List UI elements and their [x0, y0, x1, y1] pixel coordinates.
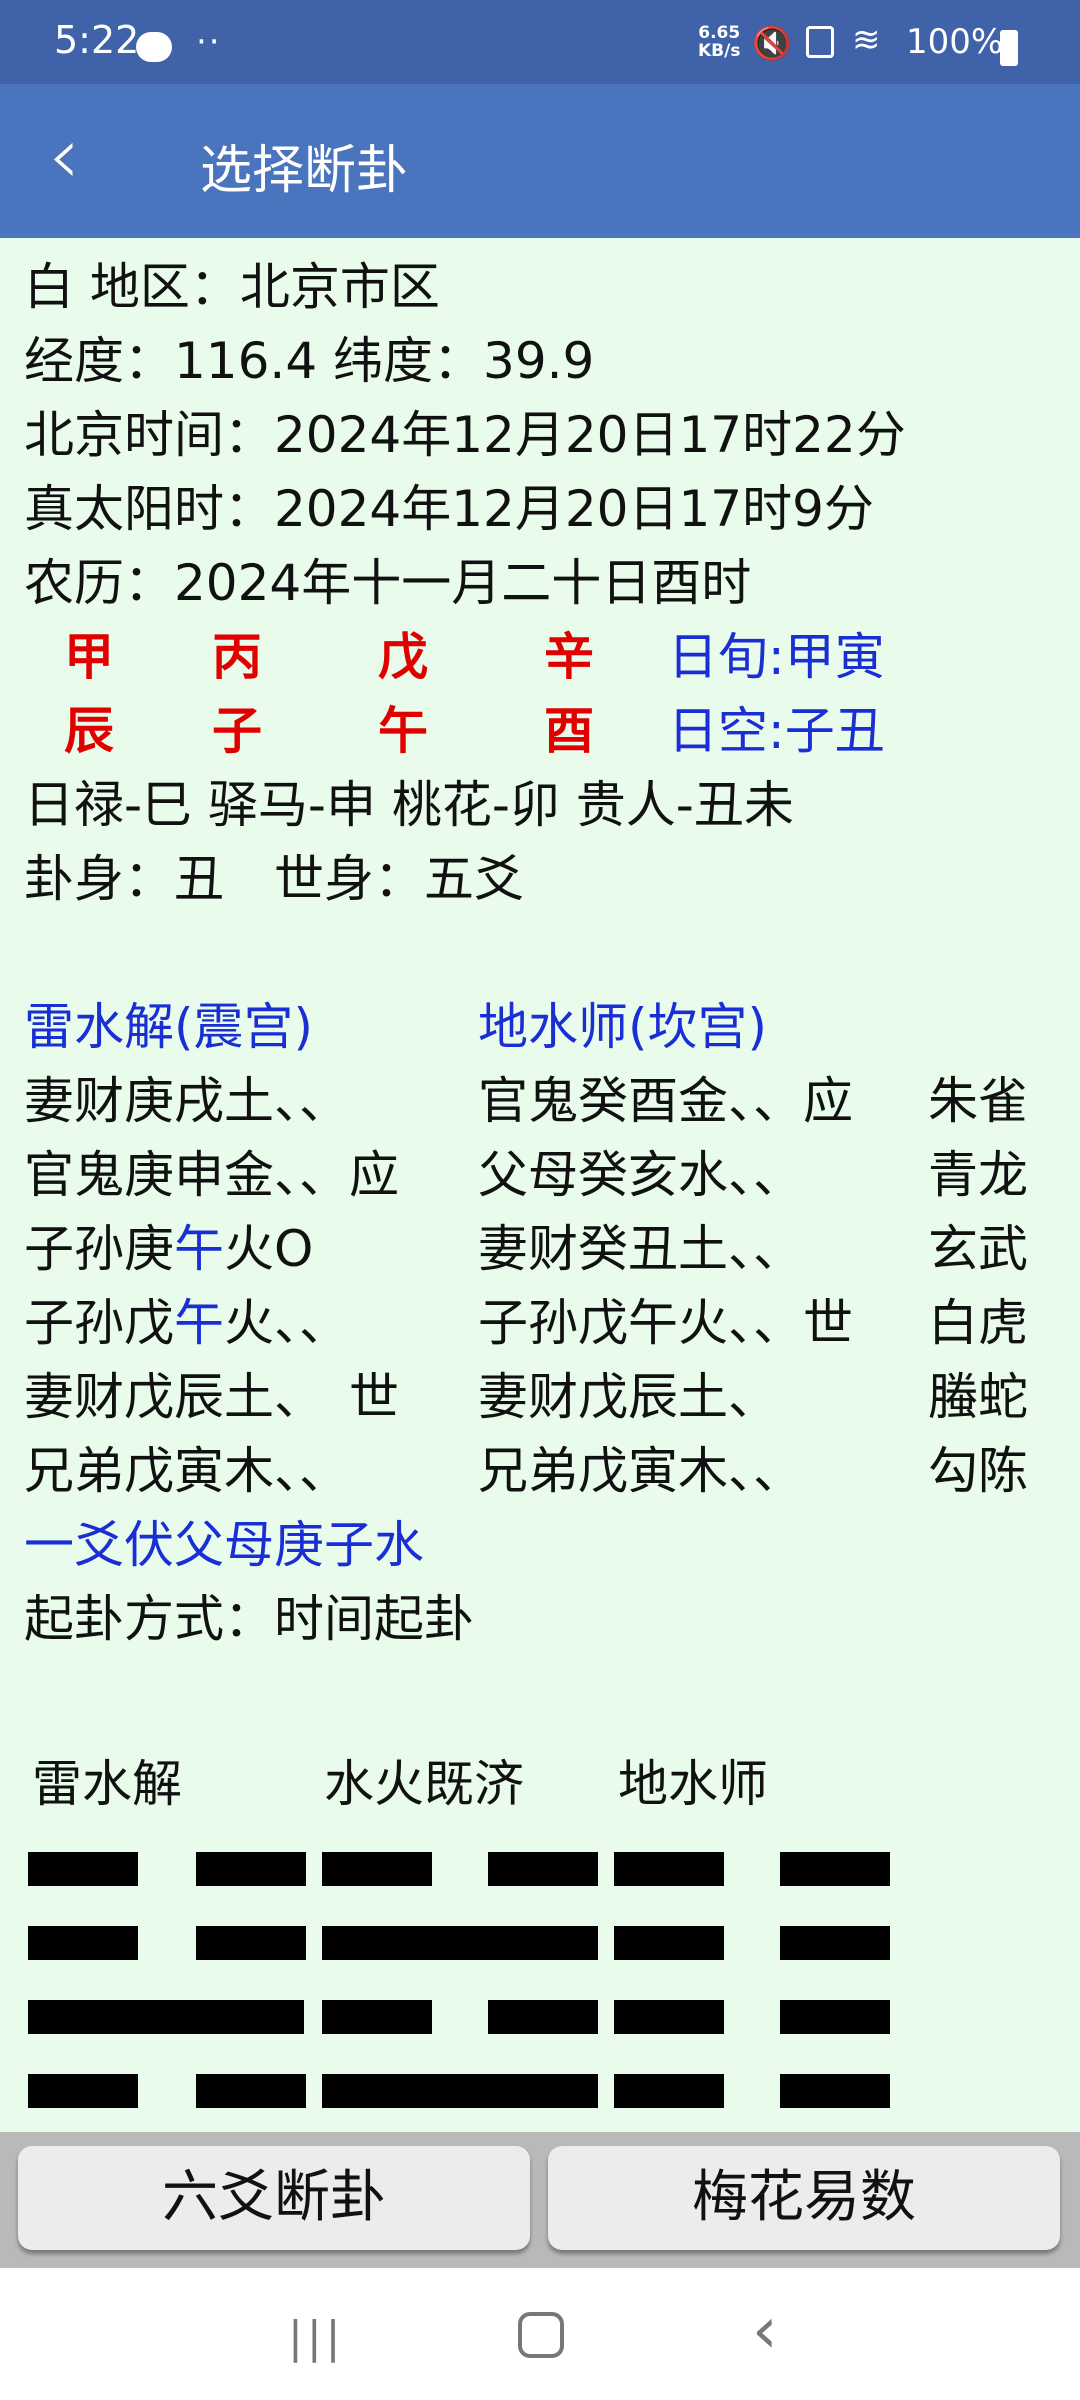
yao-line-segment — [28, 1852, 138, 1886]
main-yao: 妻财庚戌土、、 — [24, 1072, 349, 1130]
yao-line-segment — [780, 2000, 890, 2034]
coords-line: 经度：116.4 纬度：39.9 — [24, 332, 595, 390]
region-line: 白 地区：北京市区 — [24, 258, 440, 316]
gua-row: 兄弟戊寅木、、 兄弟戊寅木、、 勾陈 — [24, 1434, 1064, 1508]
main-yao: 子孙戊午火、、 — [24, 1294, 349, 1352]
yao-line-segment — [322, 1852, 432, 1886]
battery-icon — [1000, 30, 1018, 66]
status-time: 5:22 — [54, 18, 140, 62]
change-yao: 兄弟戊寅木、、 — [478, 1442, 803, 1500]
change-yao: 子孙戊午火、、世 — [478, 1294, 853, 1352]
liuyao-button[interactable]: 六爻断卦 — [18, 2146, 530, 2250]
shen-line: 卦身：丑 世身：五爻 — [24, 850, 524, 908]
shensha-line: 日禄-巳 驿马-申 桃花-卯 贵人-丑未 — [24, 776, 794, 834]
gua-titles: 雷水解(震宫) 地水师(坎宫) — [24, 990, 1064, 1064]
yao-line-segment — [322, 1926, 598, 1960]
beijing-time-line: 北京时间：2024年12月20日17时22分 — [24, 406, 906, 464]
six-god: 螣蛇 — [928, 1368, 1028, 1426]
solar-time-line: 真太阳时：2024年12月20日17时9分 — [24, 480, 874, 538]
gua-row: 妻财戊辰土、 世 妻财戊辰土、 螣蛇 — [24, 1360, 1064, 1434]
main-yao: 兄弟戊寅木、、 — [24, 1442, 349, 1500]
yao-line-segment — [322, 2074, 598, 2108]
change-yao: 父母癸亥水、、 — [478, 1146, 803, 1204]
gua-row: 官鬼庚申金、、应 父母癸亥水、、 青龙 — [24, 1138, 1064, 1212]
yao-line-segment — [488, 2000, 598, 2034]
back-icon[interactable]: ‹ — [752, 2294, 778, 2368]
cloud-icon — [136, 32, 172, 62]
wifi-icon: ≋ — [852, 20, 881, 60]
yao-line-segment — [614, 2000, 724, 2034]
day-zhi: 午 — [378, 702, 428, 760]
hour-gan: 辛 — [544, 628, 594, 686]
meihua-button[interactable]: 梅花易数 — [548, 2146, 1060, 2250]
yao-line-segment — [196, 2074, 306, 2108]
six-god: 玄武 — [928, 1220, 1028, 1278]
main-gua-title: 雷水解(震宫) — [24, 998, 314, 1056]
six-god: 朱雀 — [928, 1072, 1028, 1130]
main-yao: 妻财戊辰土、 世 — [24, 1368, 399, 1426]
main-yao: 官鬼庚申金、、应 — [24, 1146, 399, 1204]
change-yao: 妻财戊辰土、 — [478, 1368, 778, 1426]
hexagram-name-mutual: 水火既济 — [324, 1755, 524, 1813]
yao-line-segment — [614, 1852, 724, 1886]
change-gua-title: 地水师(坎宫) — [478, 998, 768, 1056]
yao-line-segment — [780, 1852, 890, 1886]
yao-line-segment — [614, 1926, 724, 1960]
gua-row: 妻财庚戌土、、 官鬼癸酉金、、应 朱雀 — [24, 1064, 1064, 1138]
year-zhi: 辰 — [64, 702, 114, 760]
change-yao: 妻财癸丑土、、 — [478, 1220, 803, 1278]
divination-content: 白 地区：北京市区 经度：116.4 纬度：39.9 北京时间：2024年12月… — [24, 250, 1064, 1656]
page-title: 选择断卦 — [200, 141, 409, 201]
home-icon[interactable] — [518, 2312, 564, 2358]
hexagram-name-change: 地水师 — [618, 1755, 768, 1813]
yao-line-segment — [196, 1852, 306, 1886]
yao-line-segment — [780, 2074, 890, 2108]
day-gan: 戊 — [378, 628, 428, 686]
main-yao: 子孙庚午火O — [24, 1220, 314, 1278]
method-line: 起卦方式：时间起卦 — [24, 1590, 474, 1648]
six-god: 青龙 — [928, 1146, 1028, 1204]
yao-line-segment — [322, 2000, 432, 2034]
change-yao: 官鬼癸酉金、、应 — [478, 1072, 853, 1130]
yao-line-segment — [28, 1926, 138, 1960]
month-gan: 丙 — [212, 628, 262, 686]
yao-line-segment — [780, 1926, 890, 1960]
yao-line-segment — [614, 2074, 724, 2108]
day-xun: 日旬:甲寅 — [667, 628, 885, 686]
gan-line: 甲 丙 戊 辛 日旬:甲寅 — [24, 620, 1064, 694]
day-kong: 日空:子丑 — [667, 702, 885, 760]
hexagram-name-main: 雷水解 — [32, 1755, 182, 1813]
zhi-line: 辰 子 午 酉 日空:子丑 — [24, 694, 1064, 768]
yao-line-segment — [196, 1926, 306, 1960]
battery-percent: 100% — [906, 22, 1004, 62]
bottom-button-bar: 六爻断卦 梅花易数 — [0, 2132, 1080, 2268]
six-god: 勾陈 — [928, 1442, 1028, 1500]
six-god: 白虎 — [928, 1294, 1028, 1352]
month-zhi: 子 — [212, 702, 262, 760]
system-nav-bar: ||| ‹ — [0, 2268, 1080, 2400]
gua-row: 子孙庚午火O 妻财癸丑土、、 玄武 — [24, 1212, 1064, 1286]
app-bar: ‹ 选择断卦 — [0, 84, 1080, 238]
recent-apps-icon[interactable]: ||| — [288, 2312, 344, 2363]
lunar-line: 农历：2024年十一月二十日酉时 — [24, 554, 752, 612]
fu-line: 一爻伏父母庚子水 — [24, 1516, 424, 1574]
yao-line-segment — [28, 2000, 304, 2034]
status-bar: 5:22 ·· 6.65 KB/s 🔇 ≋ 100% — [0, 0, 1080, 84]
chevron-left-icon[interactable]: ‹ — [48, 116, 80, 196]
yao-line-segment — [28, 2074, 138, 2108]
hour-zhi: 酉 — [544, 702, 594, 760]
gua-rows: 妻财庚戌土、、 官鬼癸酉金、、应 朱雀官鬼庚申金、、应 父母癸亥水、、 青龙子孙庚午火O… — [24, 1064, 1064, 1508]
year-gan: 甲 — [64, 628, 114, 686]
gua-row: 子孙戊午火、、 子孙戊午火、、世 白虎 — [24, 1286, 1064, 1360]
mute-icon: 🔇 — [752, 24, 792, 62]
network-speed: 6.65 KB/s — [698, 23, 741, 61]
no-sim-icon — [806, 26, 834, 58]
yao-line-segment — [488, 1852, 598, 1886]
notification-dots: ·· — [196, 22, 222, 62]
